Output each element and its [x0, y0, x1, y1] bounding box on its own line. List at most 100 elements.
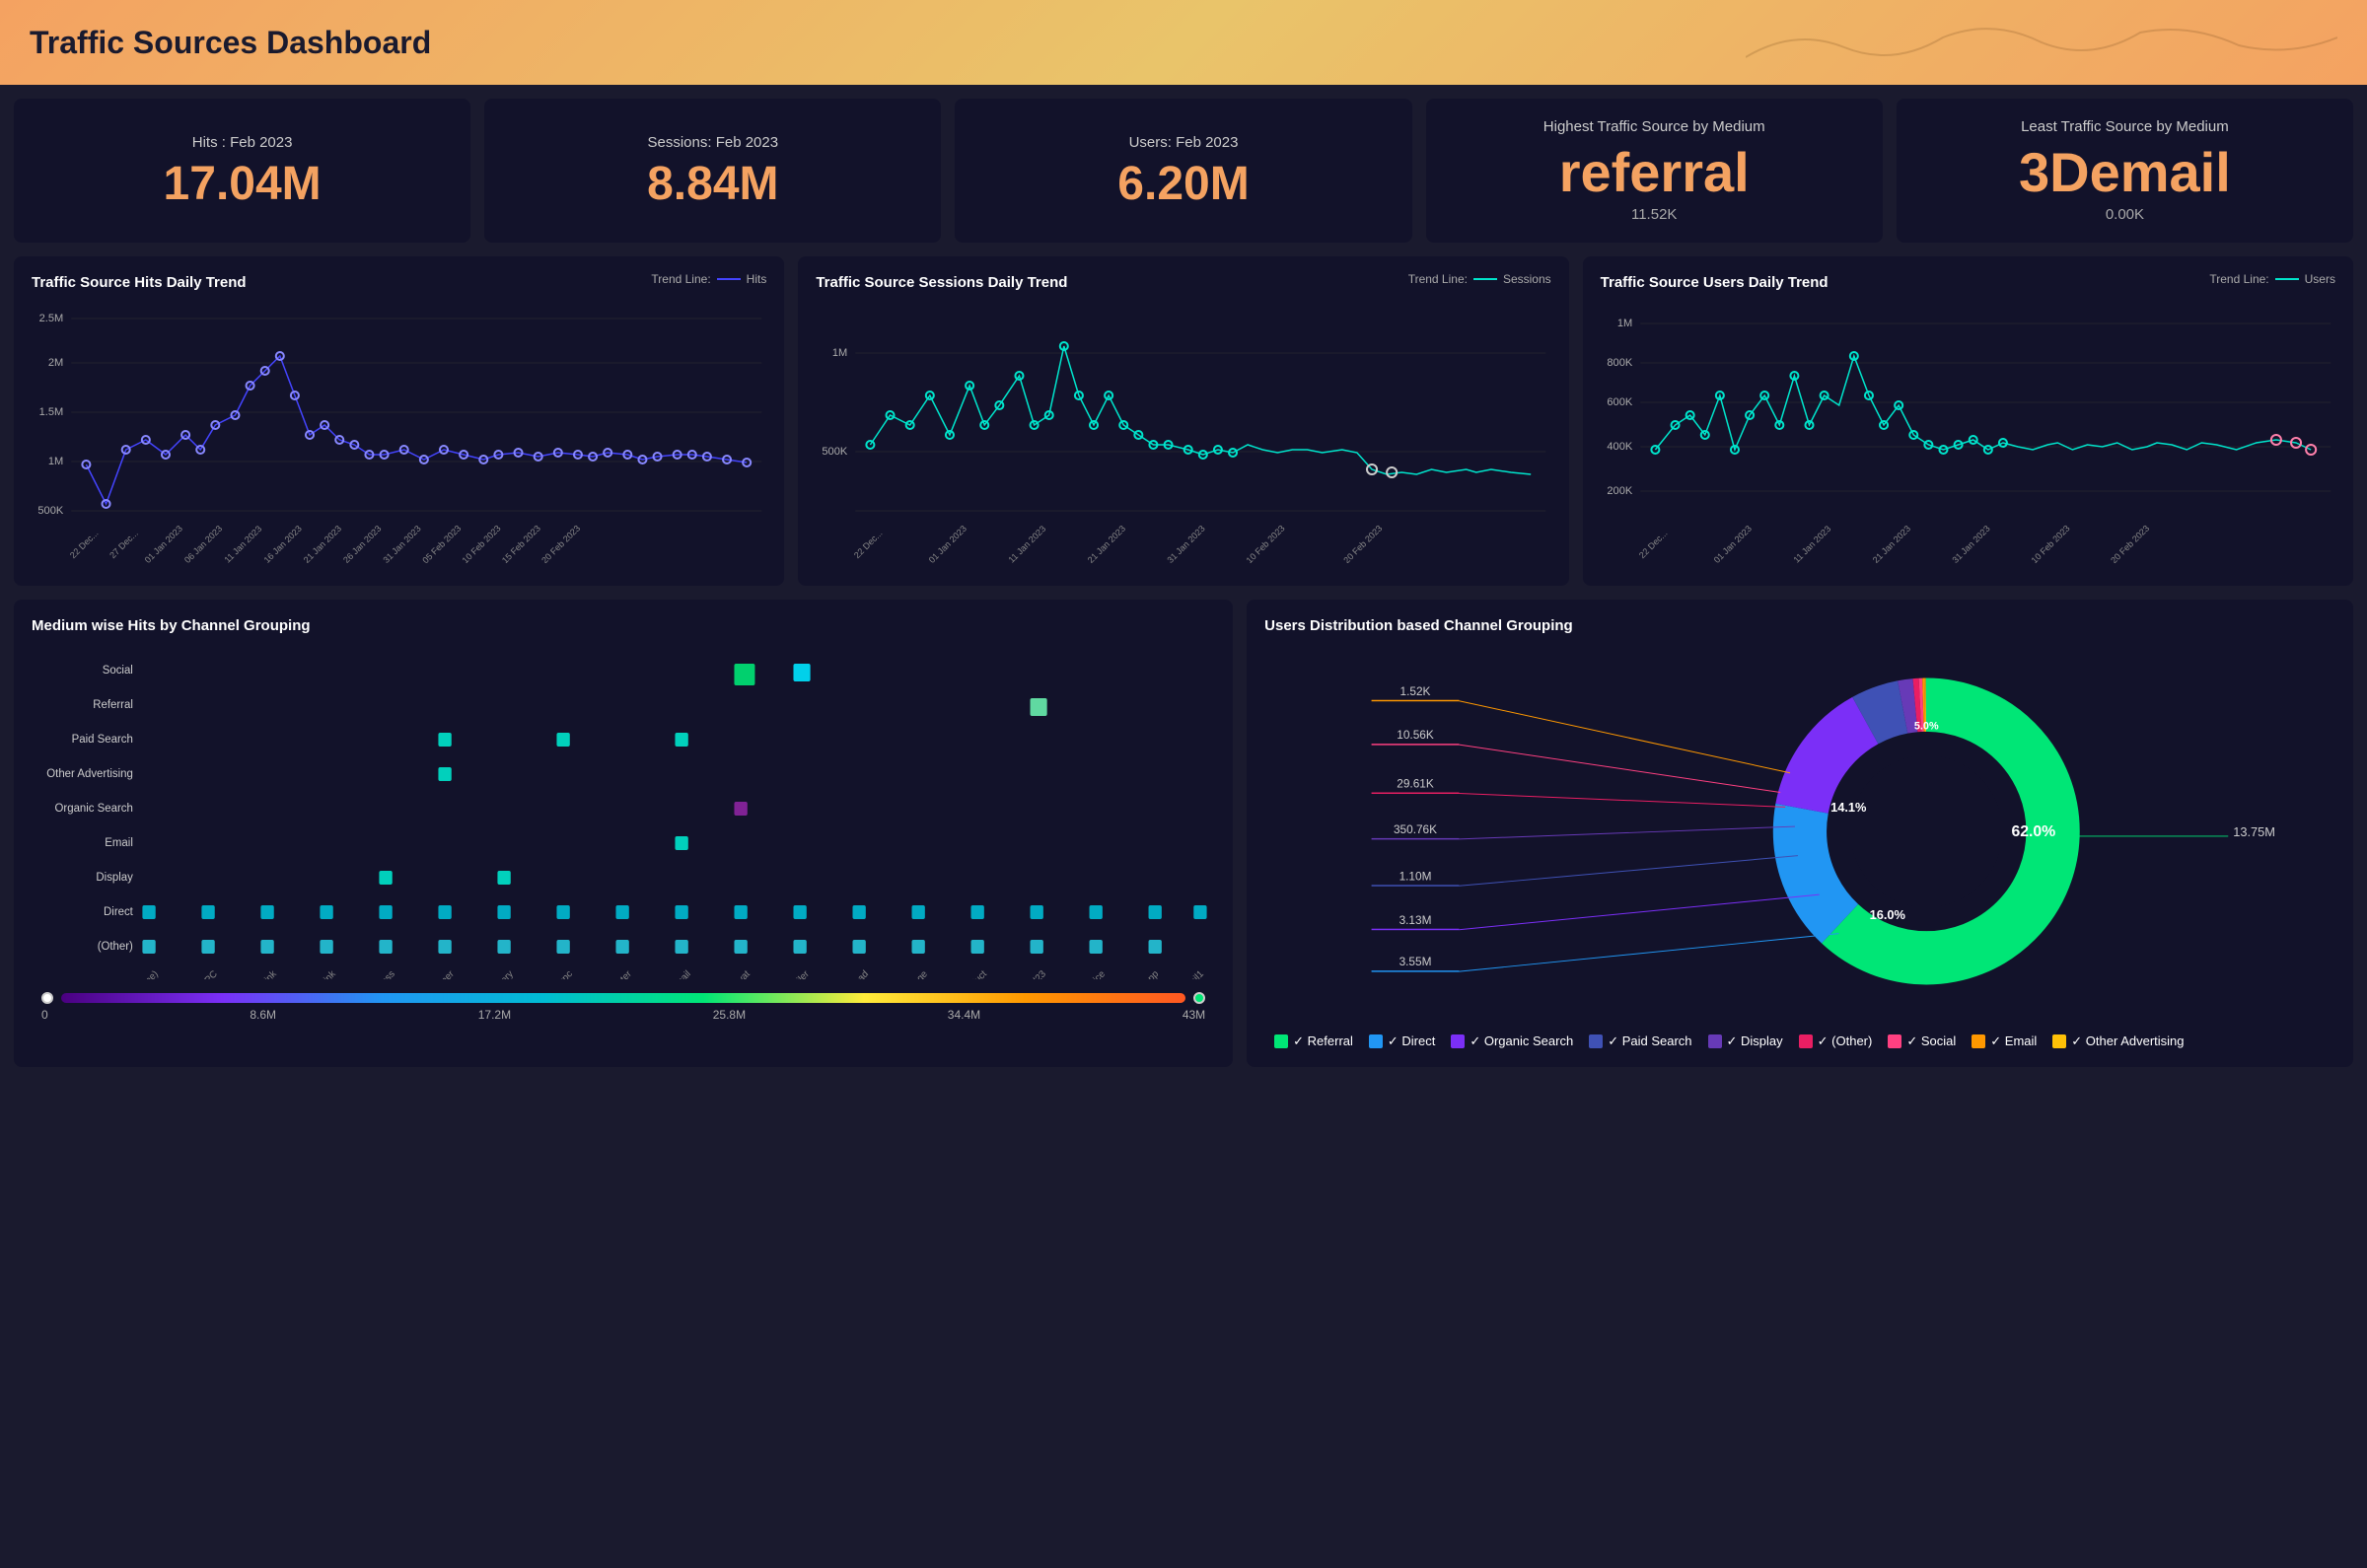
- header-decoration: [431, 18, 2337, 67]
- legend-display: ✓ Display: [1708, 1033, 1783, 1049]
- kpi-users: Users: Feb 2023 6.20M: [955, 99, 1411, 243]
- svg-text:16 Jan 2023: 16 Jan 2023: [262, 524, 304, 563]
- users-svg: 1M 800K 600K 400K 200K: [1601, 297, 2335, 563]
- svg-text:3.13M: 3.13M: [1399, 913, 1432, 927]
- donut-svg: 62.0% 16.0% 14.1% 5.0% 1.52K 10.56K 29.6…: [1264, 644, 2335, 1019]
- gradient-labels: 0 8.6M 17.2M 25.8M 34.4M 43M: [41, 1008, 1205, 1022]
- svg-text:20 Feb 2023: 20 Feb 2023: [1342, 524, 1385, 563]
- kpi-highest-sub: 11.52K: [1631, 206, 1677, 223]
- svg-text:1.5M: 1.5M: [39, 406, 64, 418]
- sessions-svg: 1M 500K: [816, 297, 1550, 563]
- svg-text:learvat: learvat: [725, 968, 753, 979]
- kpi-row: Hits : Feb 2023 17.04M Sessions: Feb 202…: [0, 85, 2367, 256]
- svg-text:1.52K: 1.52K: [1400, 684, 1431, 698]
- legend-other-advertising: ✓ Other Advertising: [2052, 1033, 2184, 1049]
- svg-text:500K: 500K: [37, 505, 63, 517]
- svg-text:(none): (none): [134, 968, 161, 979]
- donut-legend: ✓ Referral ✓ Direct ✓ Organic Search ✓ P…: [1264, 1033, 2335, 1049]
- svg-text:Other Advertising: Other Advertising: [46, 767, 133, 780]
- header: Traffic Sources Dashboard: [0, 0, 2367, 85]
- svg-text:20 Feb 2023: 20 Feb 2023: [2109, 524, 2151, 563]
- kpi-least-label: Least Traffic Source by Medium: [2021, 118, 2229, 135]
- svg-text:PartnerLink: PartnerLink: [297, 968, 338, 979]
- svg-text:22 Dec...: 22 Dec...: [68, 529, 101, 560]
- svg-text:1.10M: 1.10M: [1399, 869, 1432, 883]
- gradient-bar: [61, 993, 1185, 1003]
- svg-text:webapp: webapp: [1129, 968, 1161, 979]
- svg-text:footer: footer: [610, 968, 634, 979]
- legend-paid: ✓ Paid Search: [1589, 1033, 1691, 1049]
- svg-text:Organic Search: Organic Search: [55, 802, 133, 815]
- kpi-users-value: 6.20M: [1117, 161, 1249, 208]
- svg-text:5.0%: 5.0%: [1914, 720, 1939, 732]
- svg-text:Email: Email: [105, 836, 133, 849]
- svg-text:referral23: referral23: [1012, 968, 1047, 979]
- legend-referral: ✓ Referral: [1274, 1033, 1353, 1049]
- svg-text:05 Feb 2023: 05 Feb 2023: [420, 524, 463, 563]
- svg-text:21 Jan 2023: 21 Jan 2023: [1086, 524, 1127, 563]
- svg-text:Direct: Direct: [104, 905, 134, 918]
- svg-text:11 Jan 2023: 11 Jan 2023: [1007, 524, 1048, 563]
- medium-hits-card: Medium wise Hits by Channel Grouping Soc…: [14, 600, 1233, 1067]
- legend-direct: ✓ Direct: [1369, 1033, 1435, 1049]
- kpi-sessions: Sessions: Feb 2023 8.84M: [484, 99, 941, 243]
- svg-text:2M: 2M: [48, 357, 63, 369]
- users-chart-legend: Trend Line: Users: [2209, 272, 2335, 286]
- svg-text:500K: 500K: [823, 446, 848, 458]
- svg-text:29.61K: 29.61K: [1397, 777, 1434, 791]
- svg-text:21 Jan 2023: 21 Jan 2023: [1870, 524, 1911, 563]
- svg-text:800K: 800K: [1607, 357, 1632, 369]
- hits-svg: 2.5M 2M 1.5M 1M 500K: [32, 297, 766, 563]
- svg-text:13.75M: 13.75M: [2233, 824, 2275, 839]
- kpi-hits-value: 17.04M: [164, 161, 322, 208]
- svg-text:10.56K: 10.56K: [1397, 728, 1434, 742]
- svg-text:category: category: [482, 968, 515, 979]
- svg-text:banner: banner: [428, 968, 457, 979]
- users-trend-chart: Traffic Source Users Daily Trend Trend L…: [1583, 256, 2353, 586]
- svg-text:01 Jan 2023: 01 Jan 2023: [1711, 524, 1753, 563]
- hits-chart-legend: Trend Line: Hits: [651, 272, 766, 286]
- svg-text:11 Jan 2023: 11 Jan 2023: [222, 524, 263, 563]
- kpi-least-value: 3Demail: [2019, 145, 2231, 200]
- svg-text:31 Jan 2023: 31 Jan 2023: [1166, 524, 1207, 563]
- svg-text:Social: Social: [103, 664, 133, 677]
- svg-text:600K: 600K: [1607, 396, 1632, 408]
- legend-social: ✓ Social: [1888, 1033, 1956, 1049]
- svg-text:1M: 1M: [832, 347, 847, 359]
- svg-text:31 Jan 2023: 31 Jan 2023: [1950, 524, 1991, 563]
- svg-text:native-ad: native-ad: [836, 968, 871, 979]
- svg-text:14.1%: 14.1%: [1830, 800, 1867, 815]
- kpi-sessions-label: Sessions: Feb 2023: [648, 134, 779, 151]
- donut-chart-title: Users Distribution based Channel Groupin…: [1264, 617, 2335, 634]
- svg-text:Paid Search: Paid Search: [72, 733, 133, 746]
- legend-email: ✓ Email: [1972, 1033, 2037, 1049]
- svg-text:3.55M: 3.55M: [1399, 955, 1432, 968]
- svg-text:15 Feb 2023: 15 Feb 2023: [500, 524, 542, 563]
- svg-text:HeaderLink: HeaderLink: [238, 968, 279, 979]
- svg-text:Wordpress: Wordpress: [358, 968, 397, 979]
- svg-text:16.0%: 16.0%: [1870, 907, 1906, 922]
- bottom-row: Medium wise Hits by Channel Grouping Soc…: [0, 600, 2367, 1081]
- svg-text:tourinvoice: tourinvoice: [1068, 968, 1108, 979]
- medium-hits-title: Medium wise Hits by Channel Grouping: [32, 617, 1215, 634]
- svg-text:01 Jan 2023: 01 Jan 2023: [143, 524, 184, 563]
- svg-text:1M: 1M: [48, 456, 63, 467]
- svg-text:27 Dec...: 27 Dec...: [108, 529, 140, 560]
- sessions-legend-label: Sessions: [1503, 272, 1551, 286]
- svg-text:62.0%: 62.0%: [2012, 823, 2056, 840]
- medium-hits-svg: Social Referral Paid Search Other Advert…: [32, 644, 1215, 979]
- legend-organic: ✓ Organic Search: [1451, 1033, 1573, 1049]
- svg-text:welcomemail1: welcomemail1: [1156, 968, 1206, 979]
- kpi-highest-value: referral: [1559, 145, 1750, 200]
- kpi-hits-label: Hits : Feb 2023: [192, 134, 293, 151]
- legend-other: ✓ (Other): [1799, 1033, 1873, 1049]
- svg-text:Display: Display: [96, 871, 133, 884]
- svg-text:31 Jan 2023: 31 Jan 2023: [381, 524, 422, 563]
- svg-text:200K: 200K: [1607, 485, 1632, 497]
- kpi-sessions-value: 8.84M: [647, 161, 778, 208]
- svg-text:Referral: Referral: [93, 698, 133, 711]
- svg-text:350.76K: 350.76K: [1394, 822, 1437, 836]
- svg-text:21 Jan 2023: 21 Jan 2023: [302, 524, 343, 563]
- svg-text:26 Jan 2023: 26 Jan 2023: [341, 524, 383, 563]
- trend-charts-row: Traffic Source Hits Daily Trend Trend Li…: [0, 256, 2367, 600]
